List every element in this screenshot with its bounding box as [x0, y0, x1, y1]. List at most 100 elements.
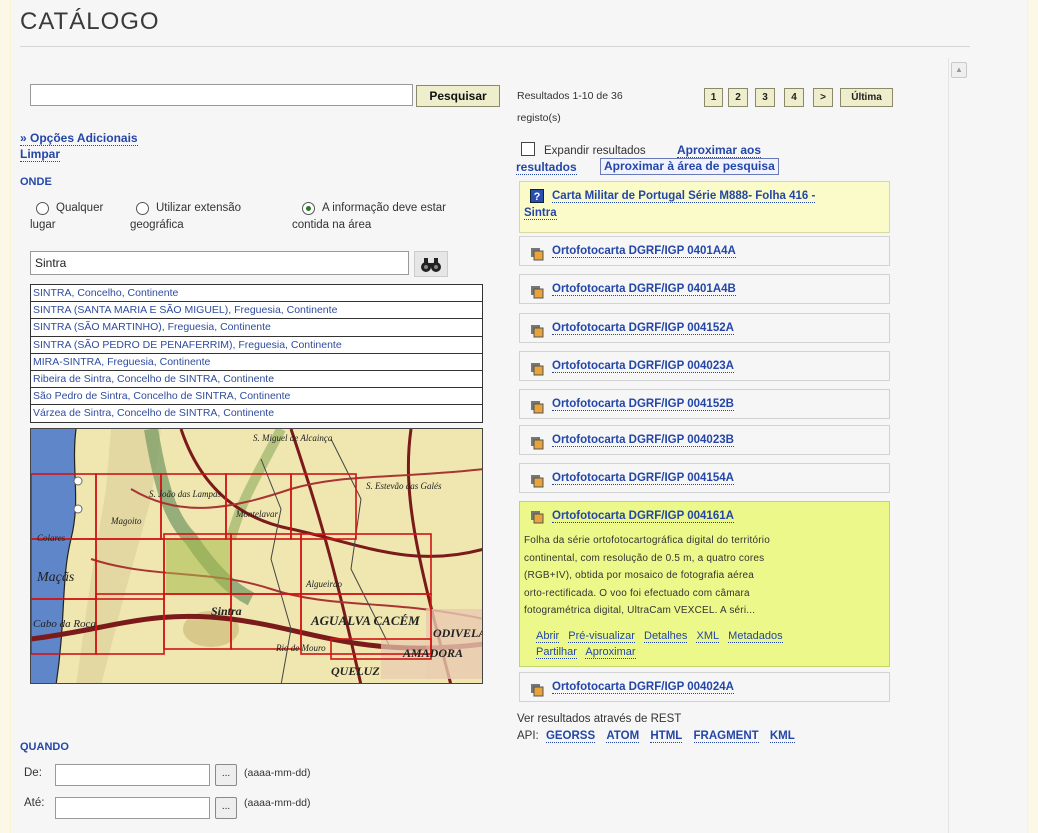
where-heading: ONDE: [20, 176, 52, 188]
from-label: De:: [24, 767, 42, 779]
map-label: Montelavar: [235, 509, 278, 519]
find-place-button[interactable]: [414, 251, 448, 277]
search-area-map[interactable]: S. Miguel de Alcainça S. João das Lampas…: [30, 428, 483, 684]
map-label: Sintra: [211, 604, 242, 618]
atom-link[interactable]: ATOM: [606, 730, 640, 743]
result-item[interactable]: Ortofotocarta DGRF/IGP 004154A: [519, 463, 890, 493]
scroll-up-arrow-icon[interactable]: ▲: [951, 62, 967, 78]
result-title[interactable]: Ortofotocarta DGRF/IGP 0401A4B: [552, 283, 736, 296]
result-item[interactable]: Ortofotocarta DGRF/IGP 004023A: [519, 351, 890, 381]
zoom-to-results-link[interactable]: Aproximar aos: [677, 143, 762, 158]
from-date-input[interactable]: [55, 764, 210, 786]
result-title[interactable]: Ortofotocarta DGRF/IGP 004152A: [552, 322, 734, 335]
clear-link[interactable]: Limpar: [20, 147, 61, 162]
details-link[interactable]: Detalhes: [644, 630, 688, 643]
map-layer-icon: [530, 397, 544, 414]
zoom-link[interactable]: Aproximar: [585, 646, 636, 659]
fragment-link[interactable]: FRAGMENT: [693, 730, 759, 743]
scrollbar[interactable]: [948, 58, 972, 833]
map-layer-icon: [530, 244, 544, 261]
page-3-button[interactable]: 3: [755, 88, 775, 107]
result-title[interactable]: Ortofotocarta DGRF/IGP 004152B: [552, 398, 734, 411]
metadata-link[interactable]: Metadados: [728, 630, 783, 643]
suggestion-item[interactable]: MIRA-SINTRA, Freguesia, Continente: [31, 354, 482, 371]
preview-link[interactable]: Pré-visualizar: [568, 630, 635, 643]
next-page-button[interactable]: >: [813, 88, 833, 107]
expand-results-checkbox[interactable]: [521, 142, 535, 156]
result-title[interactable]: Ortofotocarta DGRF/IGP 004023B: [552, 434, 734, 447]
map-label: Cabo da Roca: [33, 618, 96, 630]
suggestion-item[interactable]: SINTRA (SÃO PEDRO DE PENAFERRIM), Fregue…: [31, 337, 482, 354]
result-title-cont[interactable]: Sintra: [524, 207, 557, 220]
result-title[interactable]: Ortofotocarta DGRF/IGP 0401A4A: [552, 245, 736, 258]
result-item[interactable]: Ortofotocarta DGRF/IGP 0401A4B: [519, 274, 890, 304]
xml-link[interactable]: XML: [696, 630, 720, 643]
result-title[interactable]: Ortofotocarta DGRF/IGP 004023A: [552, 360, 734, 373]
last-page-button[interactable]: Última: [840, 88, 893, 107]
map-layer-icon: [530, 680, 544, 697]
suggestion-item[interactable]: São Pedro de Sintra, Concelho de SINTRA,…: [31, 388, 482, 406]
to-date-picker-button[interactable]: ...: [215, 797, 237, 819]
html-link[interactable]: HTML: [650, 730, 683, 743]
radio-geographic-extent-label-1: Utilizar extensão: [156, 202, 242, 214]
map-layer-icon: [530, 433, 544, 450]
map-label: Rio de Mouro: [275, 643, 326, 653]
result-title[interactable]: Ortofotocarta DGRF/IGP 004161A: [552, 510, 734, 523]
georss-link[interactable]: GEORSS: [545, 730, 596, 743]
share-link[interactable]: Partilhar: [536, 646, 577, 659]
result-item[interactable]: Ortofotocarta DGRF/IGP 004152A: [519, 313, 890, 343]
map-label: Algueirão: [305, 579, 342, 589]
page-title: CATÁLOGO: [20, 8, 160, 35]
result-item[interactable]: Ortofotocarta DGRF/IGP 004023B: [519, 425, 890, 455]
open-link[interactable]: Abrir: [536, 630, 560, 643]
from-format-hint: (aaaa-mm-dd): [244, 767, 311, 779]
search-button[interactable]: Pesquisar: [416, 85, 500, 107]
radio-any-place-label-2: lugar: [30, 219, 56, 231]
search-input[interactable]: [30, 84, 413, 106]
kml-link[interactable]: KML: [769, 730, 795, 743]
to-date-input[interactable]: [55, 797, 210, 819]
rest-api-label: API:: [517, 730, 539, 742]
radio-any-place[interactable]: [36, 202, 49, 215]
from-date-picker-button[interactable]: ...: [215, 764, 237, 786]
suggestion-item[interactable]: Ribeira de Sintra, Concelho de SINTRA, C…: [31, 371, 482, 389]
suggestion-item[interactable]: Várzea de Sintra, Concelho de SINTRA, Co…: [31, 405, 482, 422]
binoculars-icon: [421, 258, 441, 272]
map-label: QUELUZ: [331, 664, 380, 678]
page-2-button[interactable]: 2: [728, 88, 748, 107]
map-label: Maçãs: [36, 570, 75, 585]
result-item-expanded[interactable]: Ortofotocarta DGRF/IGP 004161A Folha da …: [519, 501, 890, 667]
zoom-to-results-link-2[interactable]: resultados: [516, 160, 577, 175]
map-layer-icon: [530, 510, 544, 524]
page-1-button[interactable]: 1: [704, 88, 723, 107]
map-label: Magoito: [110, 516, 142, 526]
result-item[interactable]: Ortofotocarta DGRF/IGP 004152B: [519, 389, 890, 419]
zoom-to-search-area-button[interactable]: Aproximar à área de pesquisa: [600, 158, 779, 175]
additional-options-link[interactable]: » Opções Adicionais: [20, 131, 138, 146]
suggestion-item[interactable]: SINTRA (SANTA MARIA E SÃO MIGUEL), Fregu…: [31, 302, 482, 320]
result-item[interactable]: Ortofotocarta DGRF/IGP 0401A4A: [519, 236, 890, 266]
map-layer-icon: [530, 471, 544, 488]
radio-geographic-extent-label-2: geográfica: [130, 219, 184, 231]
result-item[interactable]: Ortofotocarta DGRF/IGP 004024A: [519, 672, 890, 702]
place-input[interactable]: Sintra: [30, 251, 409, 275]
title-divider: [20, 46, 970, 47]
result-title[interactable]: Ortofotocarta DGRF/IGP 004154A: [552, 472, 734, 485]
map-layer-icon: [530, 321, 544, 338]
to-label: Até:: [24, 797, 45, 809]
map-label: S. João das Lampas: [149, 489, 222, 499]
suggestion-item[interactable]: SINTRA, Concelho, Continente: [31, 285, 482, 303]
map-label: AGUALVA CACÉM: [310, 613, 420, 628]
radio-contained-label-1: A informação deve estar: [322, 202, 447, 214]
map-layer-icon: [530, 359, 544, 376]
map-layer-icon: [530, 282, 544, 299]
radio-geographic-extent[interactable]: [136, 202, 149, 215]
when-heading: QUANDO: [20, 741, 69, 753]
radio-contained-label-2: contida na área: [292, 219, 372, 231]
radio-contained-in-area[interactable]: [302, 202, 315, 215]
page-4-button[interactable]: 4: [784, 88, 804, 107]
result-item[interactable]: ? Carta Militar de Portugal Série M888- …: [519, 181, 890, 233]
result-title[interactable]: Carta Militar de Portugal Série M888- Fo…: [552, 190, 816, 203]
suggestion-item[interactable]: SINTRA (SÃO MARTINHO), Freguesia, Contin…: [31, 319, 482, 337]
result-title[interactable]: Ortofotocarta DGRF/IGP 004024A: [552, 681, 734, 694]
